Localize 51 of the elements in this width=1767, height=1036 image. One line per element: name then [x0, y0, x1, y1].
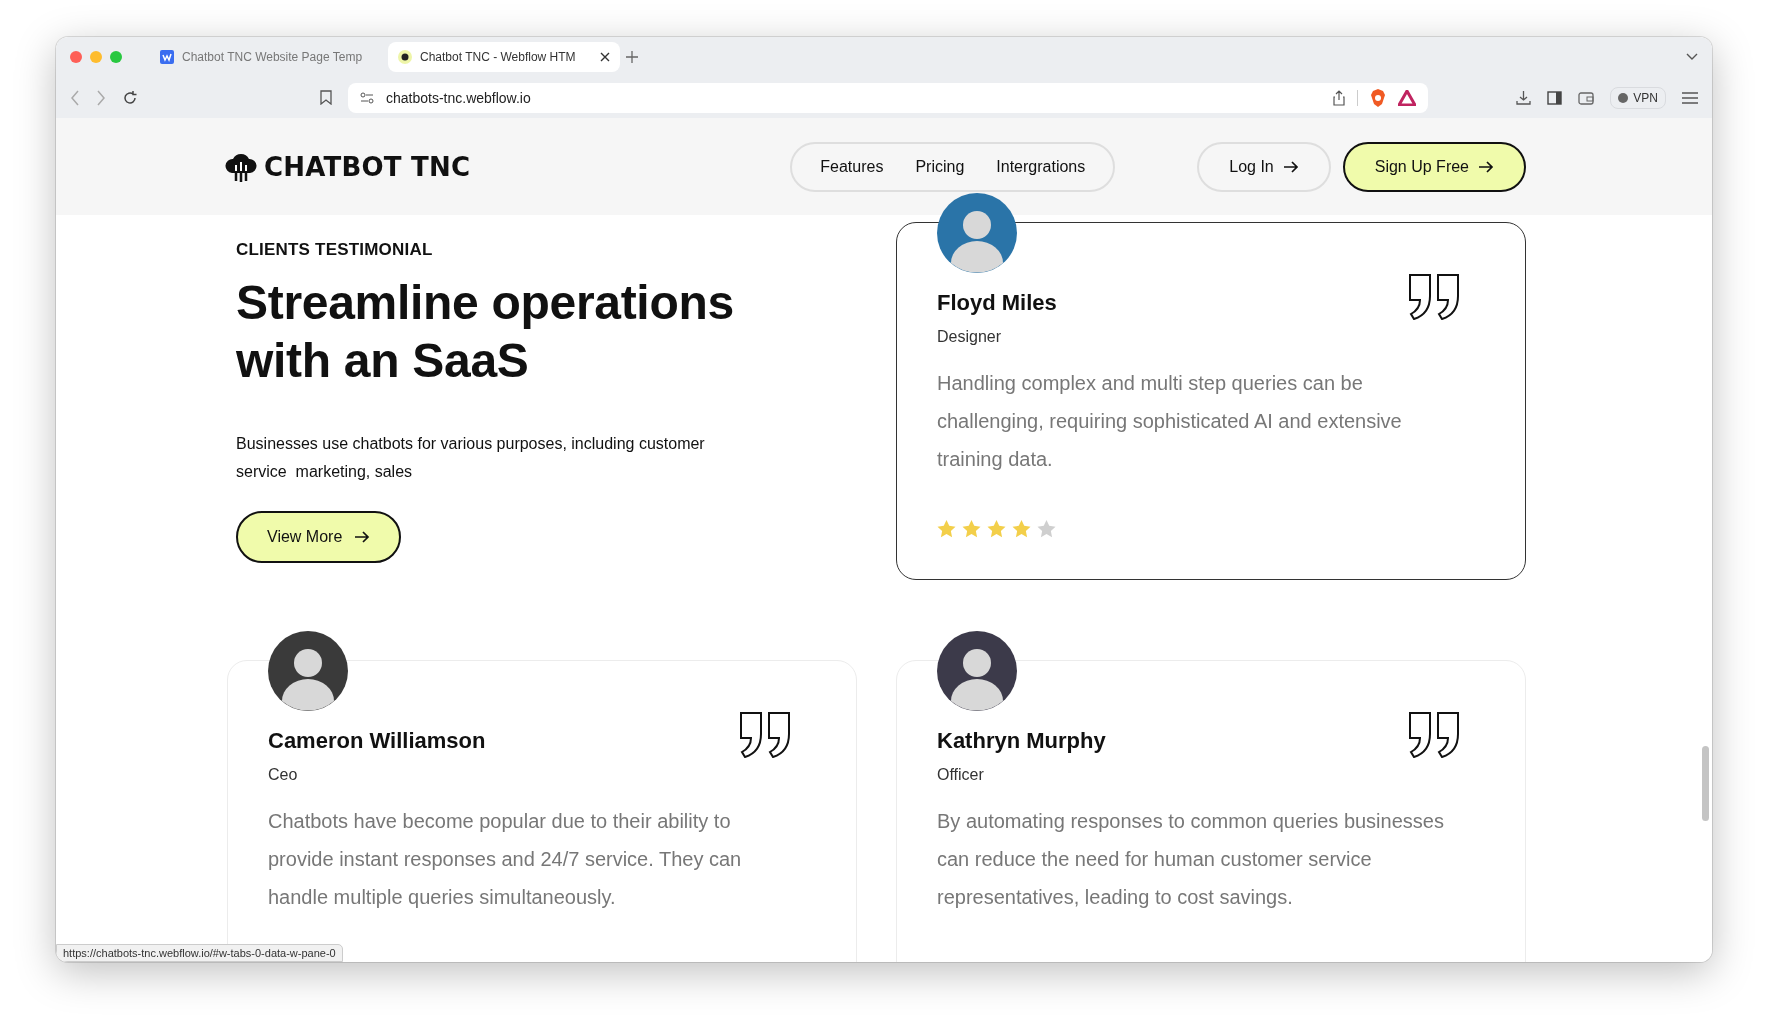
address-bar[interactable]: chatbots-tnc.webflow.io: [348, 82, 1428, 113]
reload-icon[interactable]: [122, 89, 138, 106]
download-icon[interactable]: [1516, 90, 1532, 105]
bookmark-icon[interactable]: [320, 90, 332, 105]
arrow-right-icon: [1478, 160, 1494, 173]
section-eyebrow: CLIENTS TESTIMONIAL: [236, 240, 434, 260]
section-description: Businesses use chatbots for various purposes, including customer service marketing, sales: [236, 434, 706, 482]
site-settings-icon[interactable]: [360, 91, 374, 104]
quote-mark-icon: [1409, 712, 1461, 758]
login-button[interactable]: Log In: [1197, 141, 1331, 192]
url-text: chatbots-tnc.webflow.io: [386, 89, 531, 106]
status-url: https://chatbots-tnc.webflow.io/#w-tabs-0-data-w-pane-0: [56, 944, 343, 962]
menu-icon[interactable]: [1682, 91, 1698, 104]
testimonial-quote: By automating responses to common queries businesses can reduce the need for human customer service representatives, leading to cost savings.: [937, 809, 1445, 910]
quote-mark-icon: [740, 712, 792, 758]
share-icon[interactable]: [1333, 89, 1345, 106]
status-dot-icon: [1618, 92, 1629, 103]
star-icon: [937, 520, 956, 538]
browser-tab[interactable]: Chatbot TNC - Webflow HTM: [388, 42, 620, 72]
view-more-button[interactable]: View More: [236, 511, 402, 563]
arrow-right-icon: [1282, 160, 1299, 173]
wallet-icon[interactable]: [1578, 90, 1595, 105]
triangle-icon[interactable]: [1398, 89, 1416, 106]
scrollbar-thumb[interactable]: [1702, 746, 1709, 821]
logo-text[interactable]: CHATBOT TNC: [264, 151, 471, 182]
star-icon: [1037, 520, 1056, 538]
star-icon: [962, 520, 981, 538]
reviewer-role: Ceo: [268, 766, 298, 784]
window-close-button[interactable]: [70, 51, 82, 63]
star-icon: [1012, 520, 1031, 538]
quote-mark-icon: [1409, 274, 1461, 320]
reviewer-name: Floyd Miles: [937, 290, 1057, 316]
new-tab-icon[interactable]: [626, 51, 638, 63]
nav-link[interactable]: Intergrations: [980, 157, 1102, 176]
star-icon: [987, 520, 1006, 538]
arrow-right-icon: [354, 531, 371, 543]
section-heading: Streamline operations with an SaaS: [236, 275, 735, 389]
reviewer-name: Kathryn Murphy: [937, 728, 1106, 754]
sidebar-icon[interactable]: [1547, 90, 1563, 105]
nav-link[interactable]: Features: [804, 157, 900, 176]
close-tab-icon[interactable]: [600, 52, 610, 62]
nav-link[interactable]: Pricing: [899, 157, 981, 176]
chevron-down-icon[interactable]: [1686, 53, 1698, 61]
testimonial-quote: Handling complex and multi step queries can be challenging, requiring sophisticated AI and extensive training data.: [937, 371, 1403, 472]
vpn-button[interactable]: VPN: [1610, 86, 1666, 109]
reviewer-role: Designer: [937, 328, 1002, 346]
browser-tab[interactable]: Chatbot TNC Website Page Temp: [150, 42, 382, 72]
signup-button[interactable]: Sign Up Free: [1342, 141, 1526, 192]
reviewer-name: Cameron Williamson: [268, 728, 486, 754]
testimonial-quote: Chatbots have become popular due to their ability to provide instant responses and 24/7 service. They can handle multiple queries simultaneously.: [268, 809, 743, 910]
reviewer-role: Officer: [937, 766, 984, 784]
